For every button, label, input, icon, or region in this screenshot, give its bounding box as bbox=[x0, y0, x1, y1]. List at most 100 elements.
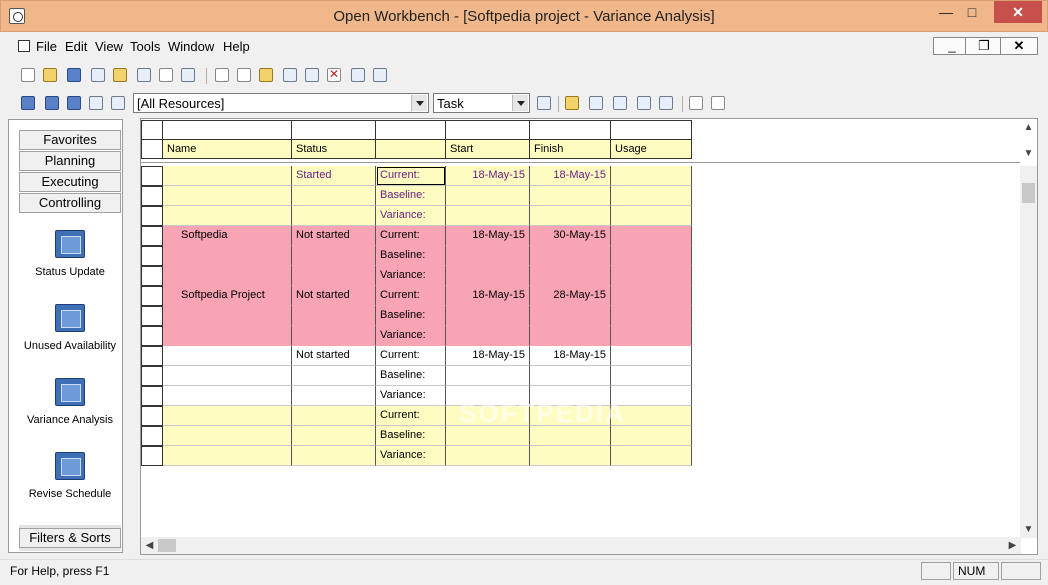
header-corner[interactable] bbox=[141, 120, 163, 140]
scroll-down-icon[interactable]: ▼ bbox=[1020, 521, 1037, 538]
cell-finish[interactable]: 30-May-15 bbox=[530, 226, 611, 246]
cell-status[interactable] bbox=[292, 266, 376, 286]
column-header-start[interactable]: Start bbox=[445, 139, 530, 159]
view-type-combo[interactable]: Task bbox=[433, 93, 530, 113]
link-icon[interactable] bbox=[658, 95, 674, 111]
chevron-down-icon[interactable] bbox=[512, 95, 528, 111]
copy-icon[interactable] bbox=[236, 67, 252, 83]
cell-status[interactable] bbox=[292, 386, 376, 406]
column-header-usage-top[interactable] bbox=[610, 120, 692, 140]
document-icon[interactable] bbox=[18, 40, 30, 52]
cell-type[interactable]: Current: bbox=[376, 166, 446, 186]
menu-tools[interactable]: Tools bbox=[130, 39, 160, 54]
cell-finish[interactable] bbox=[530, 306, 611, 326]
grid-icon[interactable] bbox=[372, 67, 388, 83]
cell-start[interactable]: 18-May-15 bbox=[446, 346, 530, 366]
cell-type[interactable]: Variance: bbox=[376, 266, 446, 286]
column-header-status[interactable]: Status bbox=[291, 139, 376, 159]
edit-task-icon[interactable] bbox=[564, 95, 580, 111]
row-selector[interactable] bbox=[141, 426, 163, 446]
save-icon[interactable] bbox=[66, 67, 82, 83]
cell-start[interactable] bbox=[446, 366, 530, 386]
zoom-in-icon[interactable] bbox=[688, 95, 704, 111]
close-button[interactable]: ✕ bbox=[994, 1, 1042, 23]
cell-usage[interactable] bbox=[611, 426, 692, 446]
view-revise-schedule[interactable]: Revise Schedule bbox=[19, 452, 121, 500]
header-scrollbar[interactable]: ▲ ▼ bbox=[1020, 119, 1037, 163]
table-row[interactable]: Baseline: bbox=[141, 306, 693, 326]
cell-finish[interactable] bbox=[530, 266, 611, 286]
scroll-left-icon[interactable]: ◀ bbox=[141, 537, 158, 554]
column-header-start-top[interactable] bbox=[445, 120, 530, 140]
table-row[interactable]: Not started Current: 18-May-15 18-May-15 bbox=[141, 346, 693, 366]
cell-type[interactable]: Baseline: bbox=[376, 246, 446, 266]
cell-type[interactable]: Current: bbox=[376, 406, 446, 426]
open-icon[interactable] bbox=[42, 67, 58, 83]
menu-view[interactable]: View bbox=[95, 39, 123, 54]
cell-name[interactable]: Softpedia bbox=[163, 226, 292, 246]
scroll-up-icon[interactable]: ▲ bbox=[1020, 119, 1037, 136]
table-row[interactable]: Variance: bbox=[141, 206, 693, 226]
scroll-thumb[interactable] bbox=[1022, 183, 1035, 203]
tab-favorites[interactable]: Favorites bbox=[19, 130, 121, 150]
cell-name[interactable] bbox=[163, 306, 292, 326]
cell-status[interactable] bbox=[292, 206, 376, 226]
cell-status[interactable] bbox=[292, 186, 376, 206]
cell-usage[interactable] bbox=[611, 166, 692, 186]
table-row[interactable]: Variance: bbox=[141, 266, 693, 286]
table-row[interactable]: Baseline: bbox=[141, 426, 693, 446]
column-header-finish[interactable]: Finish bbox=[529, 139, 611, 159]
mdi-close-button[interactable]: ✕ bbox=[1000, 37, 1038, 55]
cell-start[interactable] bbox=[446, 306, 530, 326]
cell-type[interactable]: Variance: bbox=[376, 206, 446, 226]
cell-name[interactable] bbox=[163, 406, 292, 426]
cell-usage[interactable] bbox=[611, 326, 692, 346]
cell-name[interactable] bbox=[163, 366, 292, 386]
cell-status[interactable] bbox=[292, 246, 376, 266]
delete-icon[interactable] bbox=[326, 67, 342, 83]
cell-status[interactable]: Not started bbox=[292, 226, 376, 246]
row-selector[interactable] bbox=[141, 366, 163, 386]
mail-icon[interactable] bbox=[158, 67, 174, 83]
cell-status[interactable] bbox=[292, 406, 376, 426]
table-row[interactable]: Baseline: bbox=[141, 246, 693, 266]
cell-start[interactable]: 18-May-15 bbox=[446, 286, 530, 306]
scroll-thumb[interactable] bbox=[158, 539, 176, 552]
find-icon[interactable] bbox=[350, 67, 366, 83]
cell-name[interactable]: Softpedia Project bbox=[163, 286, 292, 306]
columns-icon[interactable] bbox=[636, 95, 652, 111]
cell-start[interactable] bbox=[446, 206, 530, 226]
cell-usage[interactable] bbox=[611, 226, 692, 246]
scroll-right-icon[interactable]: ▶ bbox=[1004, 537, 1021, 554]
cell-start[interactable]: 18-May-15 bbox=[446, 226, 530, 246]
cell-finish[interactable] bbox=[530, 426, 611, 446]
project-icon[interactable] bbox=[20, 95, 36, 111]
table-row[interactable]: Softpedia Not started Current: 18-May-15 30-… bbox=[141, 226, 693, 246]
menu-file[interactable]: File bbox=[36, 39, 57, 54]
cell-usage[interactable] bbox=[611, 446, 692, 466]
cell-start[interactable] bbox=[446, 266, 530, 286]
print-preview-icon[interactable] bbox=[136, 67, 152, 83]
cell-name[interactable] bbox=[163, 186, 292, 206]
cut-icon[interactable] bbox=[214, 67, 230, 83]
resource-icon[interactable] bbox=[66, 95, 82, 111]
table-row[interactable]: Started Current: 18-May-15 18-May-15 bbox=[141, 166, 693, 186]
cell-name[interactable] bbox=[163, 446, 292, 466]
table-row[interactable]: Variance: bbox=[141, 326, 693, 346]
cell-status[interactable]: Not started bbox=[292, 346, 376, 366]
cell-start[interactable] bbox=[446, 426, 530, 446]
network-icon[interactable] bbox=[110, 95, 126, 111]
cell-name[interactable] bbox=[163, 206, 292, 226]
row-selector[interactable] bbox=[141, 166, 163, 186]
cell-usage[interactable] bbox=[611, 246, 692, 266]
cell-name[interactable] bbox=[163, 326, 292, 346]
column-header-finish-top[interactable] bbox=[529, 120, 611, 140]
cell-type[interactable]: Baseline: bbox=[376, 306, 446, 326]
cell-finish[interactable] bbox=[530, 186, 611, 206]
properties-icon[interactable] bbox=[180, 67, 196, 83]
table-row[interactable]: Baseline: bbox=[141, 186, 693, 206]
zoom-out-icon[interactable] bbox=[710, 95, 726, 111]
column-header-type[interactable] bbox=[375, 139, 446, 159]
column-header-type-top[interactable] bbox=[375, 120, 446, 140]
tab-executing[interactable]: Executing bbox=[19, 172, 121, 192]
